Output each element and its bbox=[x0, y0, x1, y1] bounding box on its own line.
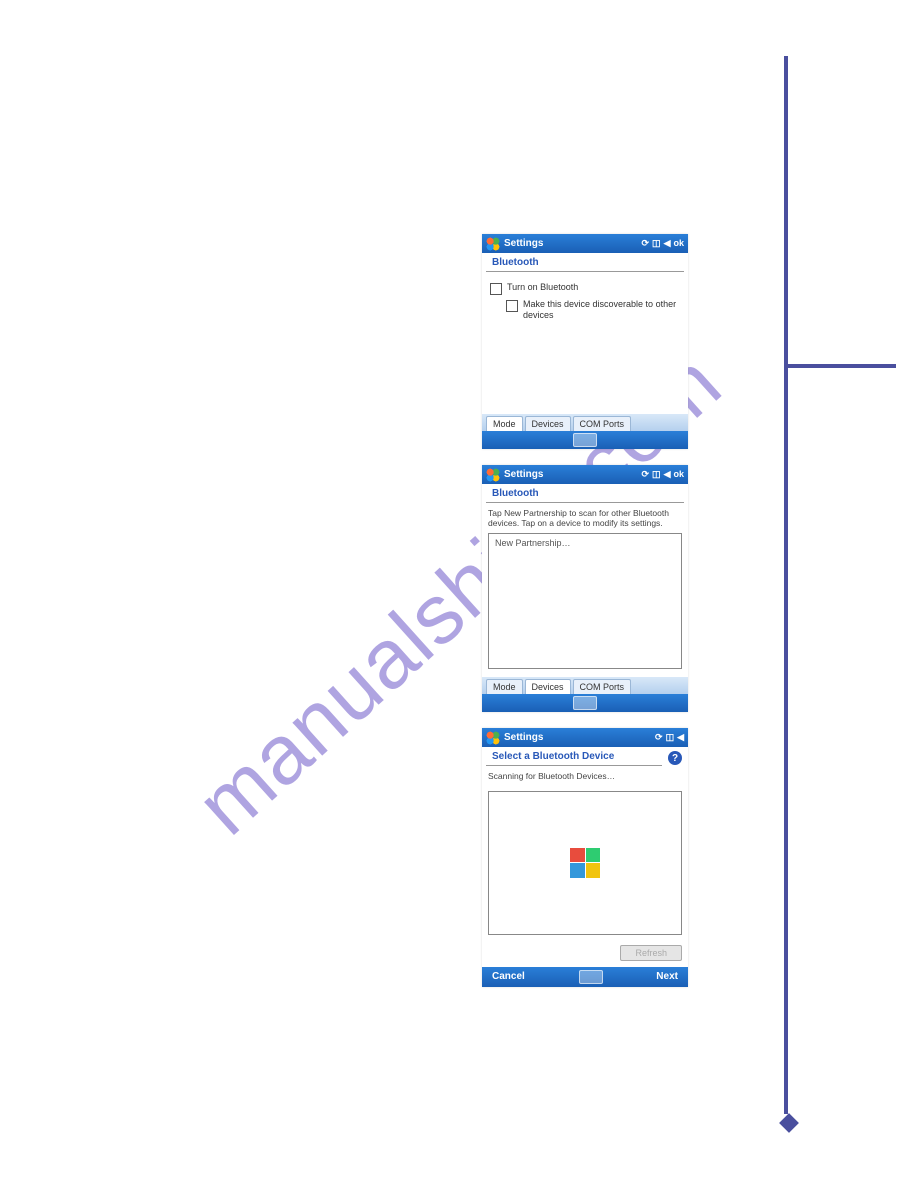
bluetooth-heading: Bluetooth bbox=[486, 484, 684, 503]
page-border-vertical-top bbox=[784, 56, 788, 368]
keyboard-icon[interactable] bbox=[573, 696, 597, 710]
tab-com-ports[interactable]: COM Ports bbox=[573, 679, 632, 694]
tab-mode[interactable]: Mode bbox=[486, 416, 523, 431]
start-flag-icon bbox=[486, 731, 500, 745]
checkbox-icon[interactable] bbox=[490, 283, 502, 295]
turn-on-bluetooth-row[interactable]: Turn on Bluetooth bbox=[490, 282, 680, 295]
devices-listbox[interactable]: New Partnership… bbox=[488, 533, 682, 669]
status-icons: ⟳ ◫ ◀ bbox=[655, 733, 684, 742]
sync-icon: ⟳ bbox=[642, 470, 650, 479]
bluetooth-mode-screenshot: Settings ⟳ ◫ ◀ ok Bluetooth Turn on Blue… bbox=[482, 234, 688, 449]
bluetooth-heading: Bluetooth bbox=[486, 253, 684, 272]
keyboard-icon[interactable] bbox=[573, 433, 597, 447]
titlebar-title: Settings bbox=[504, 732, 655, 743]
tab-devices[interactable]: Devices bbox=[525, 679, 571, 694]
help-icon[interactable]: ? bbox=[668, 751, 682, 765]
titlebar-title: Settings bbox=[504, 469, 642, 480]
scan-results-box bbox=[488, 791, 682, 935]
bottom-bar bbox=[482, 431, 688, 449]
bluetooth-devices-screenshot: Settings ⟳ ◫ ◀ ok Bluetooth Tap New Part… bbox=[482, 465, 688, 712]
refresh-button: Refresh bbox=[620, 945, 682, 961]
next-button[interactable]: Next bbox=[656, 971, 678, 982]
tab-devices[interactable]: Devices bbox=[525, 416, 571, 431]
command-bar: Cancel Next bbox=[482, 967, 688, 987]
cancel-button[interactable]: Cancel bbox=[492, 971, 525, 982]
keyboard-icon[interactable] bbox=[579, 970, 603, 984]
select-device-heading: Select a Bluetooth Device bbox=[486, 747, 662, 766]
volume-icon: ◀ bbox=[677, 733, 684, 742]
ok-button[interactable]: ok bbox=[673, 470, 684, 479]
status-icons: ⟳ ◫ ◀ ok bbox=[642, 239, 685, 248]
windows-logo-icon bbox=[570, 848, 600, 878]
start-flag-icon bbox=[486, 237, 500, 251]
titlebar: Settings ⟳ ◫ ◀ bbox=[482, 728, 688, 747]
tab-row: Mode Devices COM Ports bbox=[482, 677, 688, 694]
discoverable-label: Make this device discoverable to other d… bbox=[523, 299, 680, 322]
select-device-screenshot: Settings ⟳ ◫ ◀ Select a Bluetooth Device… bbox=[482, 728, 688, 986]
scanning-text: Scanning for Bluetooth Devices… bbox=[482, 766, 688, 784]
turn-on-bluetooth-label: Turn on Bluetooth bbox=[507, 282, 578, 293]
discoverable-row[interactable]: Make this device discoverable to other d… bbox=[490, 299, 680, 322]
page-border-vertical-bottom bbox=[784, 364, 788, 1114]
button-row: Refresh bbox=[482, 941, 688, 967]
devices-instruction: Tap New Partnership to scan for other Bl… bbox=[482, 503, 688, 531]
sync-icon: ⟳ bbox=[655, 733, 663, 742]
status-icons: ⟳ ◫ ◀ ok bbox=[642, 470, 685, 479]
new-partnership-item[interactable]: New Partnership… bbox=[495, 538, 571, 548]
start-flag-icon bbox=[486, 468, 500, 482]
connectivity-icon: ◫ bbox=[652, 470, 661, 479]
titlebar-title: Settings bbox=[504, 238, 642, 249]
bottom-bar bbox=[482, 694, 688, 712]
ok-button[interactable]: ok bbox=[673, 239, 684, 248]
volume-icon: ◀ bbox=[664, 239, 671, 248]
connectivity-icon: ◫ bbox=[666, 733, 675, 742]
tab-com-ports[interactable]: COM Ports bbox=[573, 416, 632, 431]
volume-icon: ◀ bbox=[664, 470, 671, 479]
tab-mode[interactable]: Mode bbox=[486, 679, 523, 694]
tab-row: Mode Devices COM Ports bbox=[482, 414, 688, 431]
titlebar: Settings ⟳ ◫ ◀ ok bbox=[482, 234, 688, 253]
sync-icon: ⟳ bbox=[642, 239, 650, 248]
checkbox-icon[interactable] bbox=[506, 300, 518, 312]
page-border-horizontal bbox=[786, 364, 896, 368]
titlebar: Settings ⟳ ◫ ◀ ok bbox=[482, 465, 688, 484]
connectivity-icon: ◫ bbox=[652, 239, 661, 248]
page-footer-diamond bbox=[779, 1113, 799, 1133]
